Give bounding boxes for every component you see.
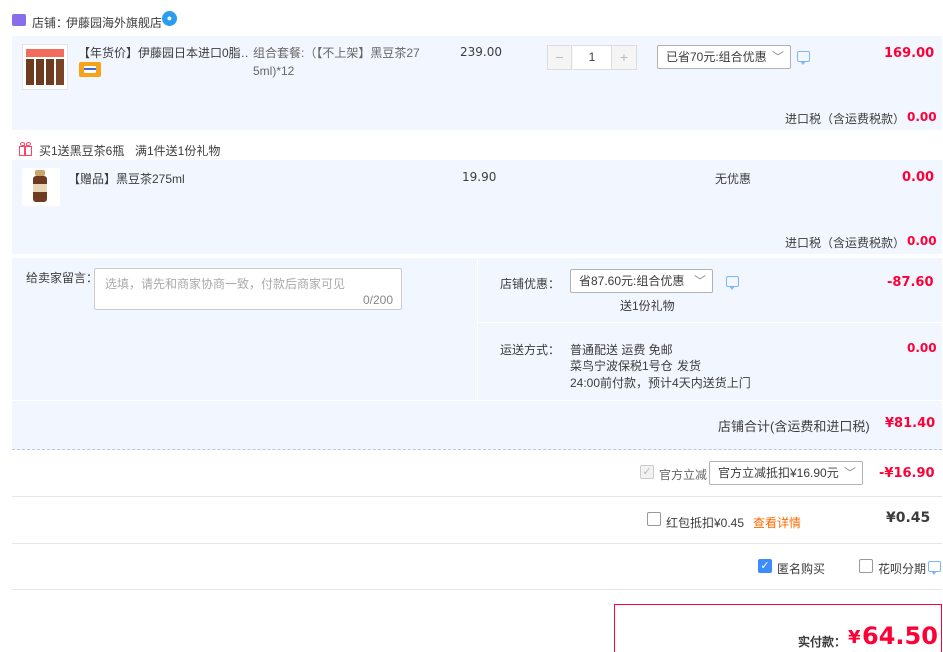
- product-thumbnail-2[interactable]: [22, 168, 60, 206]
- chevron-down-icon: ﹀: [693, 274, 706, 288]
- product-thumbnail-1[interactable]: [22, 44, 68, 90]
- import-tax-value-2: 0.00: [907, 234, 937, 248]
- pay-currency: ¥: [848, 627, 861, 648]
- gift-promo-rule: 满1件送1份礼物: [135, 144, 221, 158]
- shipping-value: 0.00: [907, 341, 937, 355]
- official-discount-select-value: 官方立减抵扣¥16.90元: [718, 466, 839, 480]
- huabei-installment-checkbox[interactable]: [859, 559, 873, 573]
- seller-message-label: 给卖家留言：: [26, 271, 99, 285]
- promo-badge-icon: [79, 62, 101, 77]
- divider-2: [12, 543, 942, 544]
- summary-divider: [12, 449, 942, 450]
- gift-icon: [18, 142, 33, 156]
- huabei-info-chat-icon[interactable]: [928, 561, 941, 575]
- chevron-down-icon: ﹀: [771, 50, 784, 64]
- product-title-2[interactable]: 【赠品】黑豆茶275ml: [68, 170, 185, 187]
- item-subtotal-1: 169.00: [884, 46, 935, 61]
- shop-discount-label: 店铺优惠：: [500, 277, 561, 291]
- pay-label: 实付款：: [798, 635, 847, 649]
- divider-1: [12, 496, 942, 497]
- quantity-stepper: − 1 +: [547, 45, 637, 70]
- shipping-warehouse: 菜鸟宁波保税1号仓: [570, 359, 673, 373]
- seller-message-placeholder: 选填，请先和商家协商一致，付款后商家可见: [105, 277, 346, 291]
- official-discount-select[interactable]: 官方立减抵扣¥16.90元 ﹀: [709, 461, 863, 485]
- red-packet-label: 红包抵扣¥0.45: [666, 516, 745, 530]
- shop-label: 店铺：: [32, 16, 69, 30]
- official-discount-label: 官方立减: [659, 468, 708, 482]
- quantity-plus-button[interactable]: +: [611, 45, 637, 70]
- shipping-divider: [478, 322, 942, 323]
- shop-name-link[interactable]: 伊藤园海外旗舰店: [66, 14, 162, 31]
- promo-info-chat-icon[interactable]: [797, 51, 810, 65]
- shop-discount-value: -87.60: [887, 275, 934, 290]
- shop-total-label: 店铺合计(含运费和进口税): [718, 419, 870, 434]
- product-sku-1: 组合套餐:（【不上架】黑豆茶275ml)*12: [253, 46, 420, 78]
- section-divider-vertical: [477, 258, 478, 400]
- red-packet-details-link[interactable]: 查看详情: [753, 514, 801, 531]
- shop-discount-note: 送1份礼物: [620, 299, 675, 313]
- shipping-method: 普通配送 运费 免邮: [570, 343, 673, 357]
- item-promo-select-value: 已省70元:组合优惠: [666, 50, 767, 64]
- shop-discount-chat-icon[interactable]: [726, 276, 739, 290]
- quantity-input[interactable]: 1: [573, 45, 611, 70]
- product-title-1[interactable]: 【年货价】伊藤园日本进口0脂…: [78, 44, 248, 61]
- import-tax-label-1: 进口税（含运费税款）: [785, 112, 906, 126]
- red-packet-value: ¥0.45: [886, 510, 931, 526]
- official-discount-checkbox[interactable]: ✓: [640, 465, 654, 479]
- divider-3: [12, 589, 942, 590]
- gift-promo-text: 买1送黑豆茶6瓶: [39, 144, 125, 158]
- quantity-minus-button[interactable]: −: [547, 45, 572, 70]
- shop-discount-select-value: 省87.60元:组合优惠: [579, 274, 685, 288]
- unit-price-1: 239.00: [460, 45, 502, 59]
- chevron-down-icon: ﹀: [843, 466, 856, 480]
- red-packet-checkbox[interactable]: [647, 512, 661, 526]
- shipping-ship-text: 发货: [677, 359, 702, 373]
- import-tax-label-2: 进口税（含运费税款）: [785, 236, 906, 250]
- huabei-installment-label: 花呗分期: [878, 562, 927, 576]
- anonymous-purchase-checkbox[interactable]: ✓: [758, 559, 772, 573]
- unit-price-2: 19.90: [462, 170, 497, 184]
- item-promo-select[interactable]: 已省70元:组合优惠 ﹀: [657, 45, 791, 69]
- anonymous-purchase-label: 匿名购买: [777, 562, 826, 576]
- official-discount-value: -¥16.90: [879, 466, 935, 481]
- shop-total-divider: [12, 400, 942, 401]
- shop-total-value: ¥81.40: [885, 416, 936, 431]
- shipping-label: 运送方式：: [500, 343, 561, 357]
- seller-message-counter: 0/200: [362, 293, 393, 307]
- item-discount-2: 无优惠: [715, 172, 752, 186]
- item-subtotal-2: 0.00: [902, 170, 935, 185]
- shipping-eta: 24:00前付款，预计4天内送货上门: [570, 376, 751, 390]
- seller-message-input[interactable]: 选填，请先和商家协商一致，付款后商家可见 0/200: [94, 268, 402, 310]
- shop-icon: [12, 14, 26, 26]
- pay-value: 64.50: [862, 622, 938, 650]
- shop-discount-select[interactable]: 省87.60元:组合优惠 ﹀: [570, 269, 713, 293]
- import-tax-value-1: 0.00: [907, 110, 937, 124]
- wangwang-icon[interactable]: ●: [162, 11, 177, 26]
